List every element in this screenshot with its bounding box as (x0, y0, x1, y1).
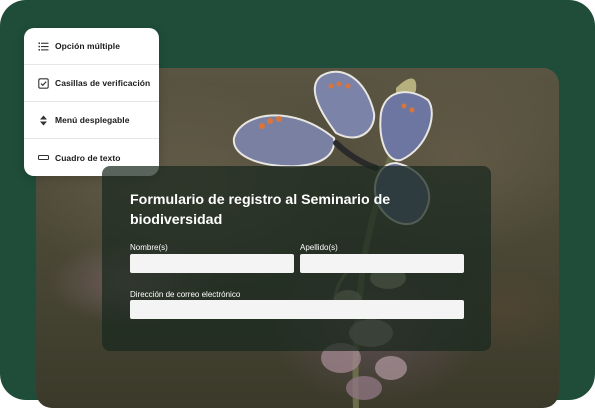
menu-item-checkboxes[interactable]: Casillas de verificación (24, 65, 159, 102)
text-box-icon (38, 152, 49, 163)
first-name-input[interactable] (130, 254, 294, 273)
list-icon (38, 41, 49, 52)
dropdown-arrows-icon (38, 115, 49, 126)
email-label: Dirección de correo electrónico (130, 290, 241, 299)
menu-item-multiple-choice[interactable]: Opción múltiple (24, 28, 159, 65)
email-input[interactable] (130, 300, 464, 319)
last-name-label: Apellido(s) (300, 243, 338, 252)
menu-item-dropdown[interactable]: Menú desplegable (24, 102, 159, 139)
menu-item-label: Opción múltiple (55, 41, 120, 51)
menu-item-label: Cuadro de texto (55, 152, 121, 163)
menu-item-label: Menú desplegable (55, 115, 130, 125)
first-name-label: Nombre(s) (130, 243, 168, 252)
last-name-input[interactable] (300, 254, 464, 273)
registration-form: Formulario de registro al Seminario de b… (102, 166, 491, 351)
menu-item-label: Casillas de verificación (55, 78, 151, 88)
field-types-menu: Opción múltiple Casillas de verificación… (24, 28, 159, 176)
form-title: Formulario de registro al Seminario de b… (130, 192, 391, 228)
checkbox-icon (38, 77, 49, 89)
